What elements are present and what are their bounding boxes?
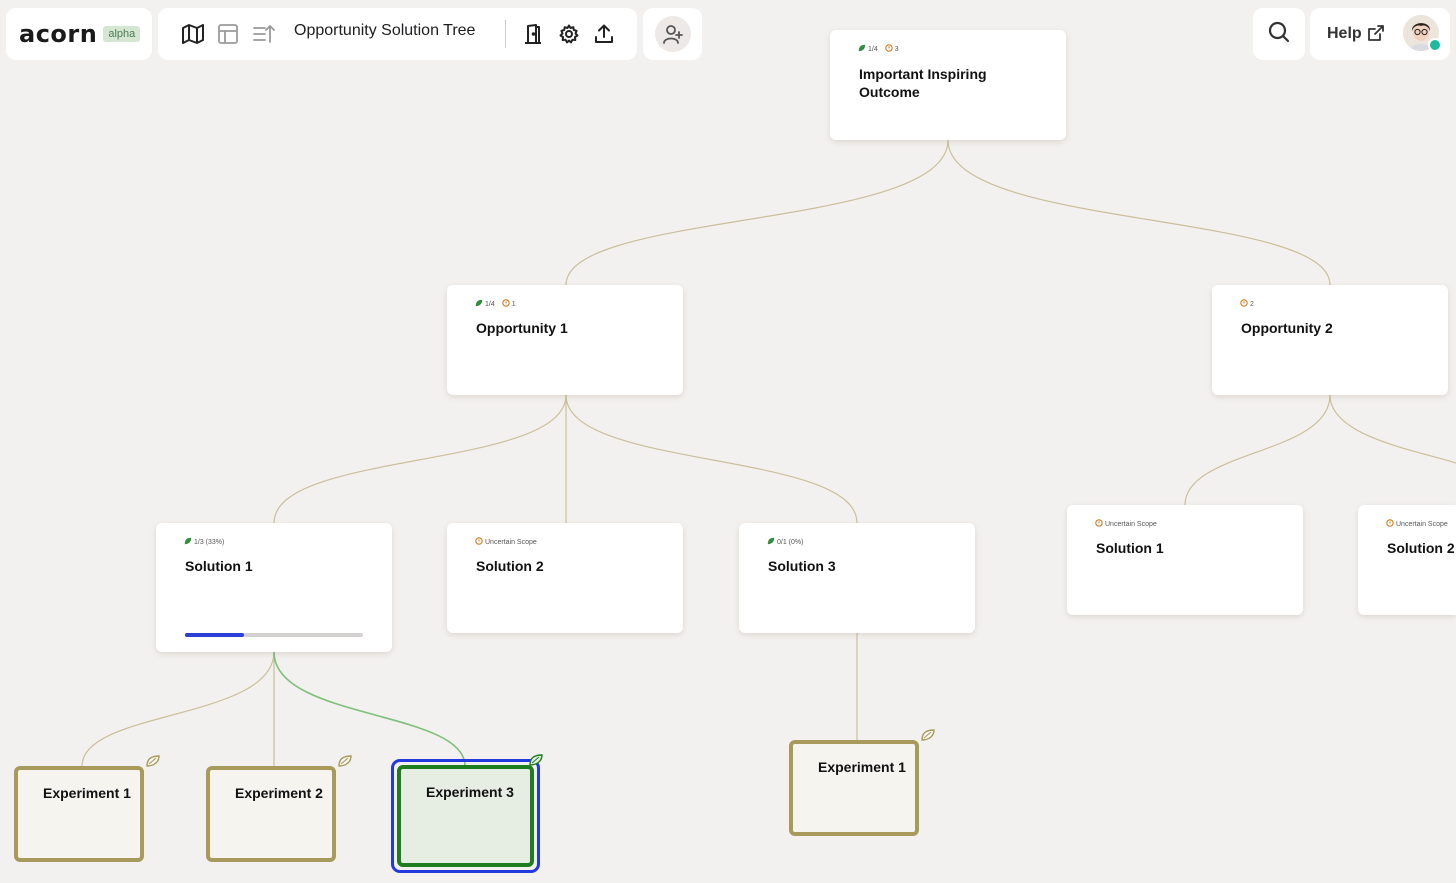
help-panel: Help — [1310, 8, 1450, 60]
card-title: Solution 3 — [768, 558, 836, 574]
edge-solution1-exp3 — [273, 651, 466, 767]
edge-opp2-solution2 — [1329, 394, 1456, 464]
card-title: Solution 1 — [1096, 540, 1164, 556]
leaf-icon — [184, 537, 192, 547]
search-panel — [1253, 8, 1305, 60]
card-title: Experiment 1 — [43, 785, 131, 801]
progress-count: 1/4 — [868, 45, 878, 53]
outcome-card[interactable]: 1/4 3 Important Inspiring Outcome — [830, 30, 1066, 140]
scope-status: Uncertain Scope — [485, 538, 537, 546]
card-title: Opportunity 1 — [476, 320, 568, 336]
card-meta: Uncertain Scope — [1095, 519, 1161, 529]
progress-count: 1/4 — [485, 300, 495, 308]
card-title: Solution 2 — [476, 558, 544, 574]
export-upload-icon[interactable] — [591, 21, 617, 47]
leaf-badge-icon — [529, 754, 543, 766]
info-circle-icon — [1095, 519, 1103, 529]
help-link[interactable]: Help — [1327, 25, 1362, 43]
card-title: Experiment 1 — [818, 759, 906, 775]
experiment-card[interactable]: Experiment 2 — [206, 766, 336, 862]
card-title: Experiment 2 — [235, 785, 323, 801]
leaf-badge-icon — [921, 729, 935, 741]
experiment-card[interactable]: Experiment 1 — [14, 766, 144, 862]
uncertain-count: 3 — [894, 45, 899, 53]
leaf-icon — [767, 537, 775, 547]
app-logo[interactable]: acorn — [19, 20, 97, 48]
card-title: Solution 2 — [1387, 540, 1455, 556]
experiment-card[interactable]: Experiment 1 — [789, 740, 919, 836]
settings-gear-icon[interactable] — [556, 21, 582, 47]
card-meta: 1/3 (33%) — [184, 537, 228, 547]
door-icon[interactable] — [520, 21, 546, 47]
card-meta: Uncertain Scope — [475, 537, 541, 547]
opportunity-card[interactable]: 2 Opportunity 2 — [1212, 285, 1448, 395]
page-title: Opportunity Solution Tree — [294, 22, 476, 39]
info-circle-icon — [475, 537, 483, 547]
add-member-button[interactable] — [654, 16, 691, 52]
progress-status: 1/3 (33%) — [194, 538, 225, 546]
invite-panel — [643, 8, 702, 60]
edge-outcome-opportunity2 — [947, 139, 1331, 286]
map-view-icon[interactable] — [180, 21, 206, 47]
info-circle-icon — [501, 299, 510, 309]
solution-card[interactable]: 0/1 (0%) Solution 3 — [739, 523, 975, 633]
card-meta: Uncertain Scope — [1386, 519, 1452, 529]
progress-status: 0/1 (0%) — [777, 538, 804, 546]
card-meta: 1/4 3 — [858, 44, 903, 54]
progress-bar — [185, 633, 363, 637]
table-view-icon[interactable] — [215, 21, 241, 47]
solution-card[interactable]: 1/3 (33%) Solution 1 — [156, 523, 392, 652]
card-title: Solution 1 — [185, 558, 253, 574]
leaf-badge-icon — [338, 755, 352, 767]
edge-opp2-solution1 — [1184, 394, 1331, 506]
solution-card[interactable]: Uncertain Scope Solution 2 — [1358, 505, 1456, 615]
tree-edges — [81, 139, 1456, 767]
online-status-dot — [1428, 38, 1442, 52]
card-title: Opportunity 2 — [1241, 320, 1333, 336]
edge-outcome-opportunity1 — [565, 139, 949, 286]
progress-fill — [185, 633, 244, 637]
solution-card[interactable]: Uncertain Scope Solution 1 — [1067, 505, 1303, 615]
leaf-badge-icon — [146, 755, 160, 767]
info-circle-icon — [884, 44, 893, 54]
view-toolbar: Opportunity Solution Tree — [158, 8, 637, 60]
uncertain-count: 1 — [511, 300, 516, 308]
info-circle-icon — [1386, 519, 1394, 529]
edge-opp1-solution3 — [565, 394, 858, 524]
toolbar-divider — [505, 20, 506, 48]
leaf-icon — [475, 299, 483, 309]
external-link-icon[interactable] — [1368, 25, 1384, 45]
card-meta: 1/4 1 — [475, 299, 520, 309]
solution-card[interactable]: Uncertain Scope Solution 2 — [447, 523, 683, 633]
priority-view-icon[interactable] — [251, 21, 277, 47]
brand-panel: acorn alpha — [6, 8, 152, 60]
uncertain-count: 2 — [1250, 300, 1254, 308]
alpha-badge: alpha — [103, 26, 141, 42]
info-circle-icon — [1240, 299, 1248, 309]
card-title: Experiment 3 — [426, 784, 514, 800]
experiment-card-selected[interactable]: Experiment 3 — [397, 765, 534, 867]
leaf-icon — [858, 44, 866, 54]
opportunity-card[interactable]: 1/4 1 Opportunity 1 — [447, 285, 683, 395]
scope-status: Uncertain Scope — [1396, 520, 1448, 528]
edge-solution1-exp1 — [81, 651, 275, 767]
card-meta: 2 — [1240, 299, 1258, 309]
edge-opp1-solution1 — [273, 394, 567, 524]
card-meta: 0/1 (0%) — [767, 537, 807, 547]
search-icon[interactable] — [1268, 21, 1290, 47]
scope-status: Uncertain Scope — [1105, 520, 1157, 528]
card-title: Important Inspiring Outcome — [859, 66, 987, 100]
